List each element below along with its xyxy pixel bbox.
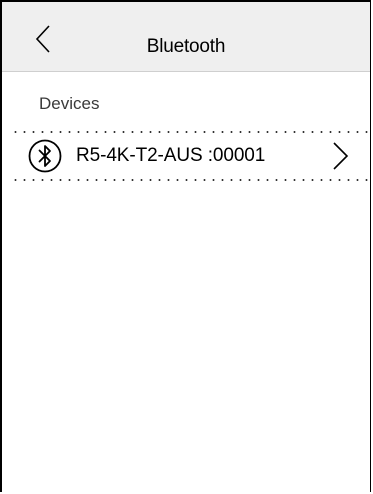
dotted-divider [11, 179, 371, 181]
list-item-device[interactable]: R5-4K-T2-AUS :00001 [4, 136, 371, 176]
dotted-divider [11, 131, 371, 133]
page-title: Bluetooth [146, 36, 226, 57]
chevron-right-icon [331, 141, 351, 171]
app-window: Bluetooth Devices R5-4K-T2-AUS :00001 [0, 0, 371, 492]
devices-section-label: Devices [39, 94, 100, 113]
device-name: R5-4K-T2-AUS :00001 [76, 145, 266, 166]
header-bar: Bluetooth [2, 2, 370, 72]
bluetooth-icon [28, 139, 62, 173]
